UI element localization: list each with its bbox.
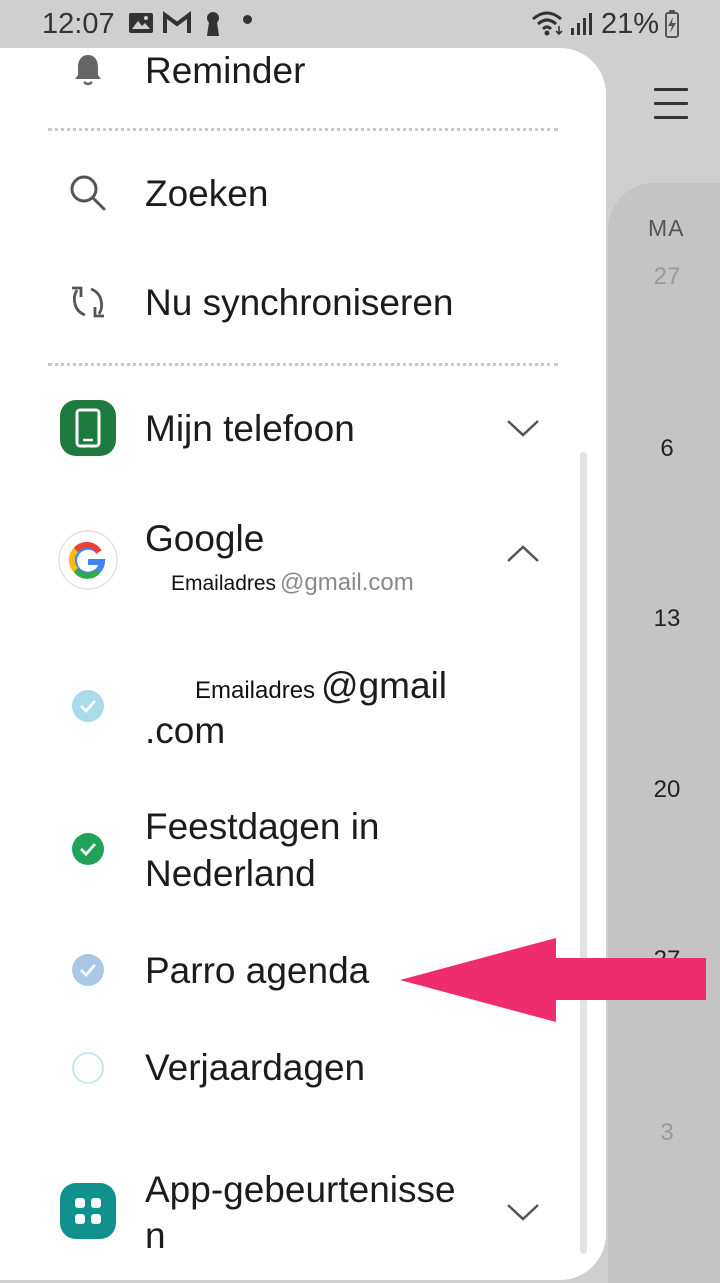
calendar-weekday: MA — [648, 215, 685, 241]
gmail-notification-icon — [163, 11, 191, 33]
menu-icon[interactable] — [654, 88, 688, 120]
chevron-down-icon[interactable] — [506, 418, 540, 438]
parro-label: Parro agenda — [145, 950, 370, 991]
scrollbar[interactable] — [580, 452, 587, 1254]
my-phone-label: Mijn telefoon — [145, 408, 355, 449]
calendar-item-birthdays[interactable]: Verjaardagen — [0, 1038, 580, 1108]
holidays-label: Feestdagen in — [145, 806, 380, 847]
calendar-date[interactable]: 3 — [647, 1119, 687, 1147]
calendar-item-account[interactable]: Emailadres @gmail .com — [0, 653, 580, 763]
app-events-label: App-gebeurtenisse — [145, 1169, 456, 1210]
google-account-email: Emailadres @gmail.com — [145, 569, 414, 597]
drawer-item-search[interactable]: Zoeken — [0, 158, 580, 238]
birthdays-label: Verjaardagen — [145, 1047, 366, 1088]
chevron-up-icon[interactable] — [506, 544, 540, 564]
google-label: Google — [145, 518, 265, 559]
drawer-item-my-phone[interactable]: Mijn telefoon — [0, 388, 580, 478]
annotation-arrow-icon — [400, 938, 706, 1022]
google-icon — [58, 530, 118, 590]
calendar-date[interactable]: 13 — [647, 605, 687, 633]
bell-icon — [75, 55, 101, 86]
reminder-label: Reminder — [145, 50, 306, 91]
sync-icon — [72, 286, 104, 318]
signal-icon — [571, 13, 592, 35]
search-icon — [70, 175, 106, 211]
drawer-item-reminder[interactable]: Reminder — [0, 48, 580, 118]
status-time: 12:07 — [42, 8, 115, 40]
drawer-item-google[interactable]: Google Emailadres @gmail.com — [0, 508, 580, 608]
calendar-date[interactable]: 6 — [647, 435, 687, 463]
divider — [48, 363, 558, 366]
battery-charging-icon — [665, 10, 679, 38]
sync-label: Nu synchroniseren — [145, 282, 454, 323]
drawer-item-sync[interactable]: Nu synchroniseren — [0, 268, 580, 348]
search-label: Zoeken — [145, 173, 269, 214]
check-icon[interactable] — [72, 690, 104, 722]
calendar-item-holidays[interactable]: Feestdagen in Nederland — [0, 798, 580, 908]
unchecked-circle-icon[interactable] — [72, 1052, 104, 1084]
notification-dot-icon — [243, 15, 252, 24]
email-domain: @gmail.com — [280, 569, 414, 596]
calendar-week-column — [608, 183, 720, 1283]
phone-icon — [60, 400, 116, 456]
calendar-date[interactable]: 27 — [647, 263, 687, 291]
check-icon[interactable] — [72, 954, 104, 986]
account-calendar-label: Emailadres @gmail — [135, 663, 447, 714]
keyhole-notification-icon — [207, 12, 219, 36]
email-mask: Emailadres — [145, 572, 281, 596]
check-icon[interactable] — [72, 833, 104, 865]
holidays-label-line2: Nederland — [145, 853, 316, 894]
drawer-item-app-events[interactable]: App-gebeurtenisse n — [0, 1163, 580, 1263]
divider — [48, 128, 558, 131]
status-bar: 12:07 21% — [0, 0, 720, 48]
app-events-label-line2: n — [145, 1215, 166, 1256]
wifi-icon — [532, 11, 563, 36]
account-calendar-label-line2: .com — [145, 710, 226, 751]
gallery-notification-icon — [129, 13, 153, 33]
navigation-drawer: Reminder Zoeken Nu synchroniseren Mijn t… — [0, 48, 606, 1280]
app-events-icon — [60, 1183, 116, 1239]
calendar-date[interactable]: 20 — [647, 776, 687, 804]
battery-percent: 21% — [601, 8, 660, 40]
chevron-down-icon[interactable] — [506, 1202, 540, 1222]
